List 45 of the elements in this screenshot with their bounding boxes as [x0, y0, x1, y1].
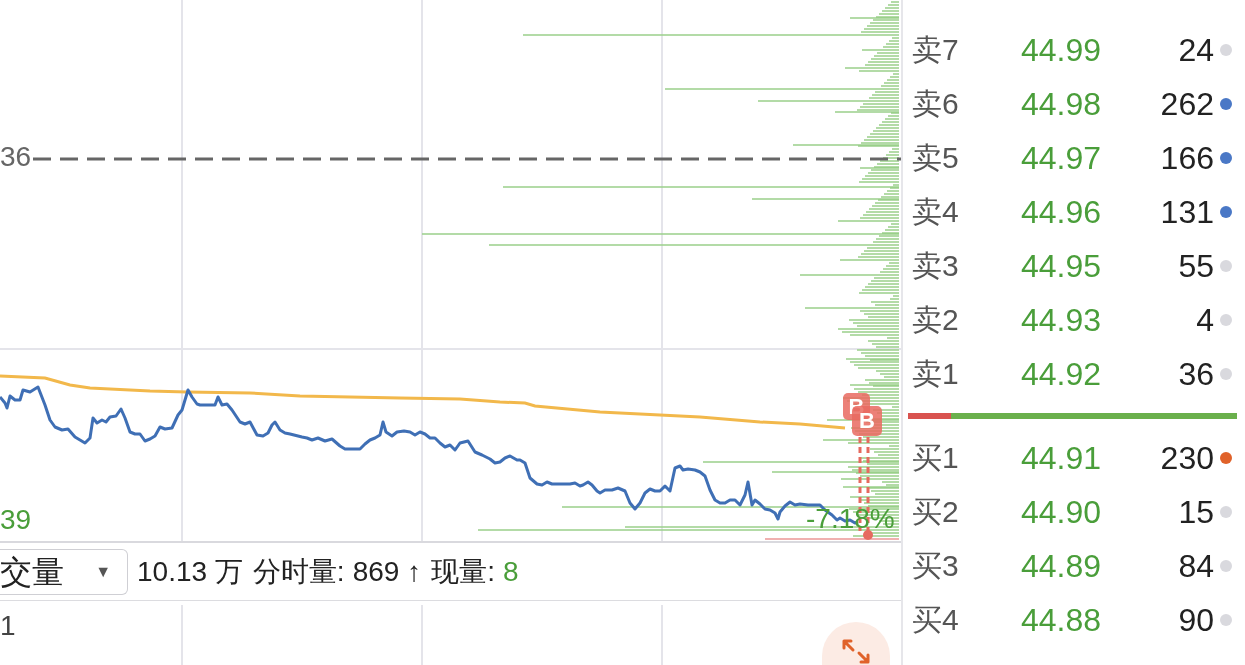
price-text: 44.90 — [1019, 496, 1101, 528]
price-text: 44.88 — [1019, 604, 1101, 636]
indicator-dropdown[interactable]: 交量 ▼ — [0, 548, 128, 595]
readout-label: 现量: — [431, 557, 495, 586]
volume-text: 24 — [1177, 34, 1214, 66]
volume-text: 230 — [1159, 442, 1214, 474]
prev-close-label: 36 — [0, 143, 32, 171]
price-text: 44.92 — [1019, 358, 1101, 390]
volume-text: 4 — [1195, 304, 1214, 336]
level-label: 卖5 — [912, 143, 960, 173]
level-label: 卖7 — [912, 35, 960, 65]
level-label: 卖6 — [912, 89, 960, 119]
low-price-label: 39 — [0, 506, 32, 534]
volume-text: 131 — [1159, 196, 1214, 228]
change-percent-label: -7.18% — [806, 505, 895, 533]
price-text: 44.96 — [1019, 196, 1101, 228]
level-label: 卖2 — [912, 305, 960, 335]
level-label: 卖4 — [912, 197, 960, 227]
price-text: 44.97 — [1019, 142, 1101, 174]
volume-text: 84 — [1177, 550, 1214, 582]
volume-text: 90 — [1177, 604, 1214, 636]
level-label: 买4 — [912, 605, 960, 635]
price-text: 44.95 — [1019, 250, 1101, 282]
volume-text: 15 — [1177, 496, 1214, 528]
readout-value: 8 — [502, 557, 519, 586]
volume-text: 55 — [1177, 250, 1214, 282]
readout-value: 869 ↑ — [352, 557, 422, 586]
readout-label: 分时量: — [252, 557, 345, 586]
level-label: 卖3 — [912, 251, 960, 281]
price-text: 44.99 — [1019, 34, 1101, 66]
volume-axis-label: 1 — [0, 612, 16, 640]
expand-button[interactable] — [822, 622, 890, 665]
price-text: 44.93 — [1019, 304, 1101, 336]
level-label: 买3 — [912, 551, 960, 581]
level-label: 买2 — [912, 497, 960, 527]
volume-text: 262 — [1159, 88, 1214, 120]
price-text: 44.91 — [1019, 442, 1101, 474]
price-text: 44.98 — [1019, 88, 1101, 120]
volume-text: 166 — [1159, 142, 1214, 174]
level-label: 卖1 — [912, 359, 960, 389]
total-volume-text: 10.13 万 — [137, 557, 243, 586]
expand-arrows-icon — [841, 638, 871, 665]
volume-text: 36 — [1177, 358, 1214, 390]
level-label: 买1 — [912, 443, 960, 473]
price-text: 44.89 — [1019, 550, 1101, 582]
